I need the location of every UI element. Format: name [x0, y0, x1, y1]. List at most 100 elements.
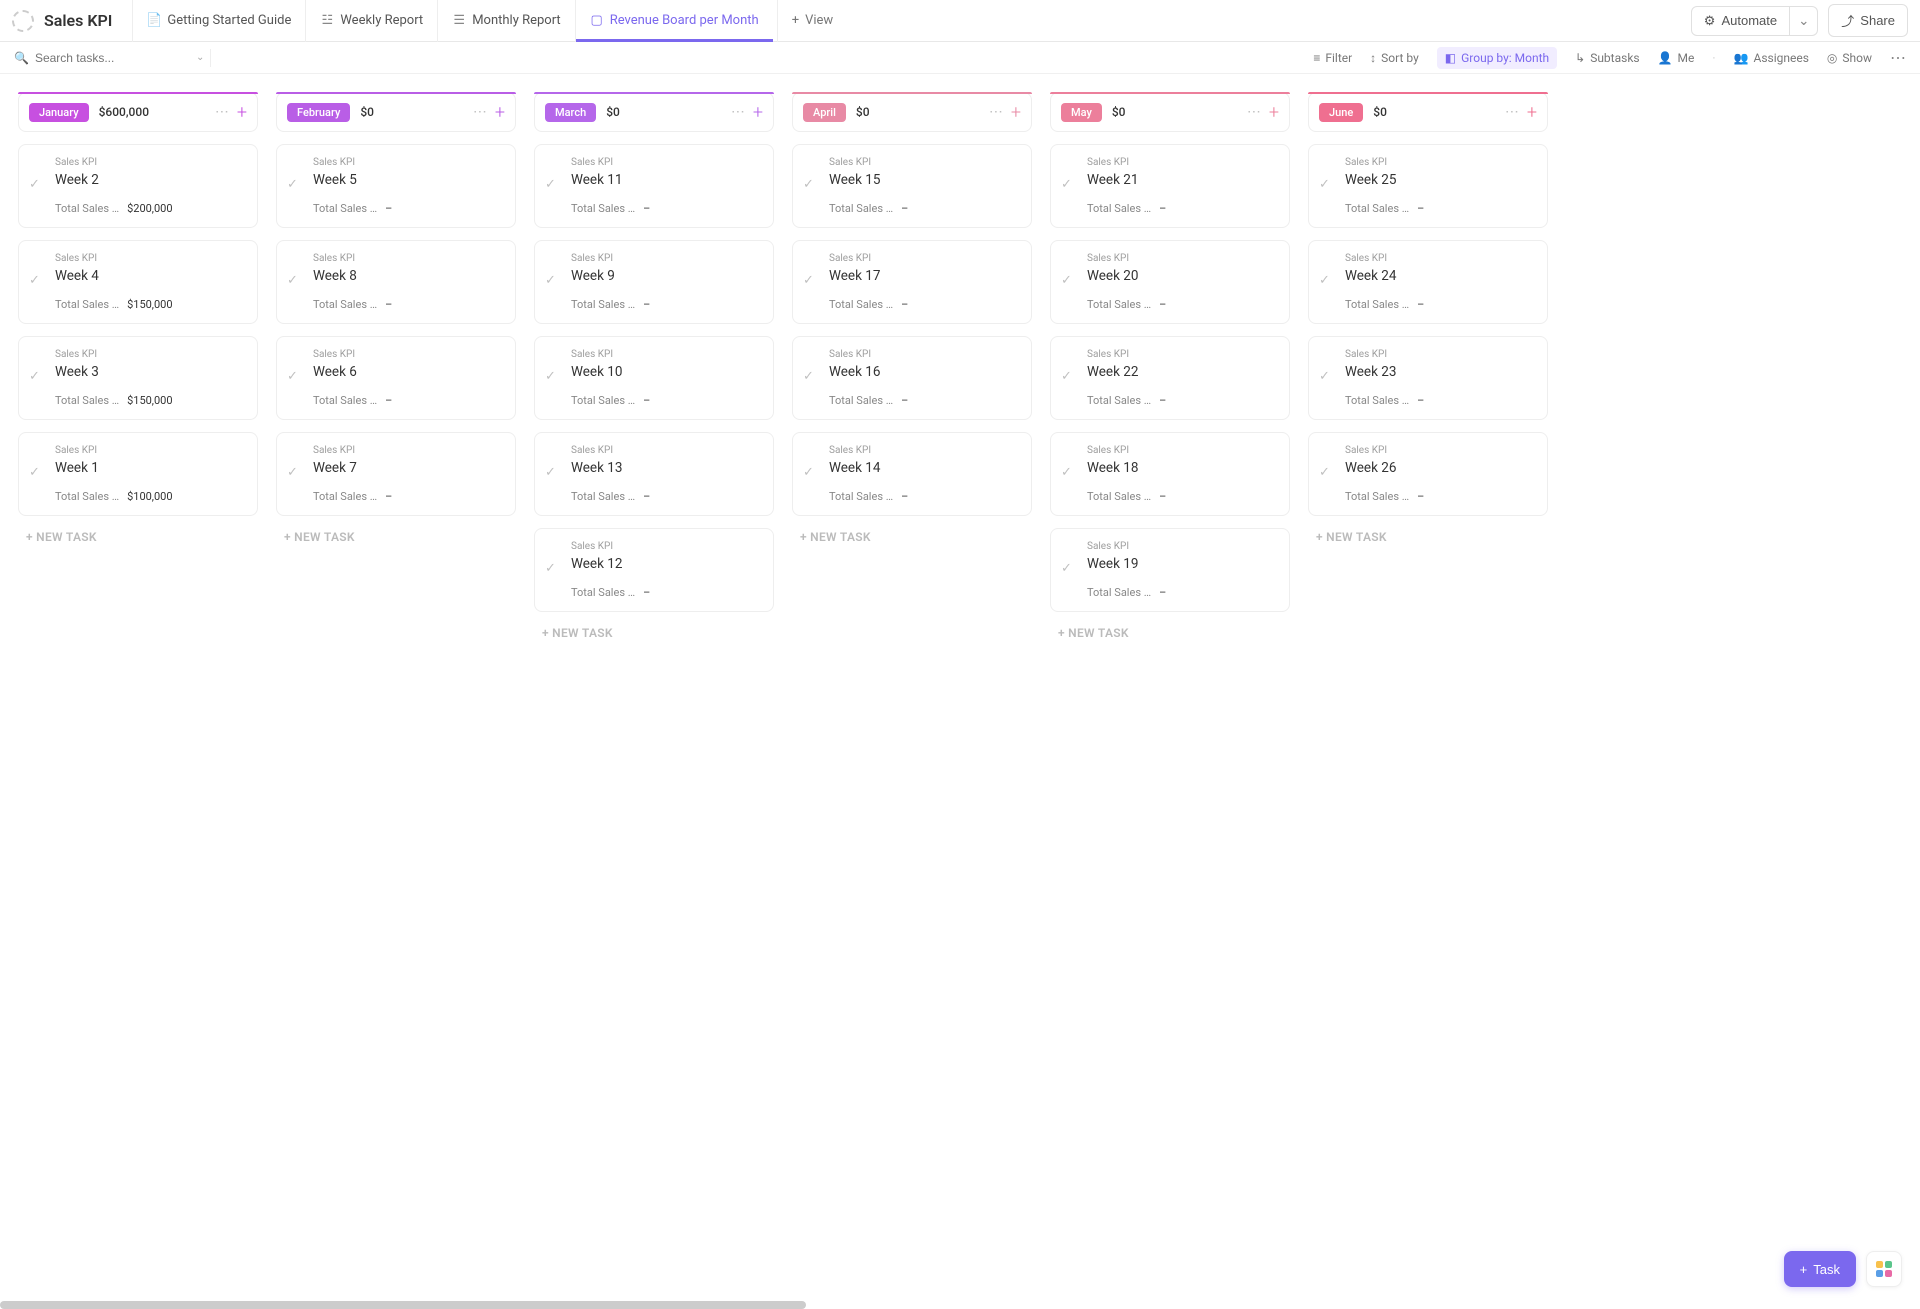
check-icon[interactable]: ✓ — [1319, 369, 1330, 384]
task-card[interactable]: ✓Sales KPIWeek 9Total Sales …– — [534, 240, 774, 324]
column-add-button[interactable]: + — [753, 102, 763, 123]
task-card[interactable]: ✓Sales KPIWeek 16Total Sales …– — [792, 336, 1032, 420]
check-icon[interactable]: ✓ — [803, 273, 814, 288]
check-icon[interactable]: ✓ — [29, 369, 40, 384]
tab-monthly-report[interactable]: ☰Monthly Report — [437, 0, 575, 42]
tab-getting-started-guide[interactable]: 📄Getting Started Guide — [132, 0, 305, 42]
check-icon[interactable]: ✓ — [287, 465, 298, 480]
new-task-button[interactable]: + NEW TASK — [534, 612, 774, 654]
task-card[interactable]: ✓Sales KPIWeek 1Total Sales …$100,000 — [18, 432, 258, 516]
column-add-button[interactable]: + — [1011, 102, 1021, 123]
month-pill[interactable]: January — [29, 103, 89, 122]
column-more-button[interactable]: ⋯ — [1505, 104, 1519, 120]
new-task-button[interactable]: + NEW TASK — [1308, 516, 1548, 558]
tab-revenue-board-per-month[interactable]: ▢Revenue Board per Month — [575, 0, 773, 42]
check-icon[interactable]: ✓ — [803, 465, 814, 480]
check-icon[interactable]: ✓ — [29, 177, 40, 192]
task-card[interactable]: ✓Sales KPIWeek 18Total Sales …– — [1050, 432, 1290, 516]
chevron-down-icon[interactable]: ⌄ — [196, 52, 204, 63]
task-card[interactable]: ✓Sales KPIWeek 7Total Sales …– — [276, 432, 516, 516]
task-card[interactable]: ✓Sales KPIWeek 22Total Sales …– — [1050, 336, 1290, 420]
task-card[interactable]: ✓Sales KPIWeek 11Total Sales …– — [534, 144, 774, 228]
task-card[interactable]: ✓Sales KPIWeek 17Total Sales …– — [792, 240, 1032, 324]
task-card[interactable]: ✓Sales KPIWeek 15Total Sales …– — [792, 144, 1032, 228]
check-icon[interactable]: ✓ — [545, 369, 556, 384]
new-task-button[interactable]: + NEW TASK — [1050, 612, 1290, 654]
check-icon[interactable]: ✓ — [1061, 369, 1072, 384]
me-button[interactable]: 👤 Me — [1658, 51, 1695, 65]
check-icon[interactable]: ✓ — [545, 561, 556, 576]
subtasks-button[interactable]: ↳ Subtasks — [1575, 51, 1639, 65]
automate-caret-button[interactable]: ⌄ — [1790, 6, 1818, 36]
check-icon[interactable]: ✓ — [1319, 465, 1330, 480]
column-add-button[interactable]: + — [1527, 102, 1537, 123]
more-menu-button[interactable]: ⋯ — [1890, 48, 1906, 67]
new-task-button[interactable]: + NEW TASK — [18, 516, 258, 558]
task-card[interactable]: ✓Sales KPIWeek 14Total Sales …– — [792, 432, 1032, 516]
check-icon[interactable]: ✓ — [545, 465, 556, 480]
assignees-button[interactable]: 👥 Assignees — [1734, 51, 1809, 65]
app-logo[interactable] — [12, 10, 34, 32]
task-card[interactable]: ✓Sales KPIWeek 21Total Sales …– — [1050, 144, 1290, 228]
share-button[interactable]: ⤴ Share — [1828, 4, 1908, 37]
task-card[interactable]: ✓Sales KPIWeek 13Total Sales …– — [534, 432, 774, 516]
check-icon[interactable]: ✓ — [1061, 177, 1072, 192]
check-icon[interactable]: ✓ — [545, 177, 556, 192]
check-icon[interactable]: ✓ — [1319, 273, 1330, 288]
column-more-button[interactable]: ⋯ — [731, 104, 745, 120]
check-icon[interactable]: ✓ — [29, 465, 40, 480]
month-pill[interactable]: May — [1061, 103, 1102, 122]
check-icon[interactable]: ✓ — [803, 369, 814, 384]
apps-fab[interactable] — [1866, 1251, 1902, 1287]
check-icon[interactable]: ✓ — [1061, 273, 1072, 288]
check-icon[interactable]: ✓ — [287, 273, 298, 288]
check-icon[interactable]: ✓ — [803, 177, 814, 192]
column-more-button[interactable]: ⋯ — [215, 104, 229, 120]
month-pill[interactable]: March — [545, 103, 596, 122]
column-more-button[interactable]: ⋯ — [989, 104, 1003, 120]
task-card[interactable]: ✓Sales KPIWeek 20Total Sales …– — [1050, 240, 1290, 324]
task-card[interactable]: ✓Sales KPIWeek 12Total Sales …– — [534, 528, 774, 612]
column-add-button[interactable]: + — [1269, 102, 1279, 123]
month-pill[interactable]: February — [287, 103, 350, 122]
check-icon[interactable]: ✓ — [29, 273, 40, 288]
filter-button[interactable]: ≡ Filter — [1313, 51, 1352, 65]
task-card[interactable]: ✓Sales KPIWeek 19Total Sales …– — [1050, 528, 1290, 612]
column-add-button[interactable]: + — [237, 102, 247, 123]
column-more-button[interactable]: ⋯ — [1247, 104, 1261, 120]
month-pill[interactable]: April — [803, 103, 846, 122]
task-card[interactable]: ✓Sales KPIWeek 8Total Sales …– — [276, 240, 516, 324]
month-pill[interactable]: June — [1319, 103, 1363, 122]
task-card[interactable]: ✓Sales KPIWeek 3Total Sales …$150,000 — [18, 336, 258, 420]
horizontal-scrollbar[interactable] — [0, 1301, 806, 1309]
sort-button[interactable]: ↕ Sort by — [1370, 51, 1419, 65]
new-task-fab[interactable]: + Task — [1784, 1251, 1856, 1287]
task-card[interactable]: ✓Sales KPIWeek 24Total Sales …– — [1308, 240, 1548, 324]
tab-weekly-report[interactable]: ☳Weekly Report — [305, 0, 437, 42]
check-icon[interactable]: ✓ — [1061, 561, 1072, 576]
task-card[interactable]: ✓Sales KPIWeek 25Total Sales …– — [1308, 144, 1548, 228]
check-icon[interactable]: ✓ — [1061, 465, 1072, 480]
task-card[interactable]: ✓Sales KPIWeek 4Total Sales …$150,000 — [18, 240, 258, 324]
search-input[interactable] — [35, 51, 190, 65]
check-icon[interactable]: ✓ — [1319, 177, 1330, 192]
new-task-button[interactable]: + NEW TASK — [276, 516, 516, 558]
show-button[interactable]: ◎ Show — [1827, 51, 1872, 65]
check-icon[interactable]: ✓ — [287, 177, 298, 192]
column-add-button[interactable]: + — [495, 102, 505, 123]
task-card[interactable]: ✓Sales KPIWeek 26Total Sales …– — [1308, 432, 1548, 516]
check-icon[interactable]: ✓ — [287, 369, 298, 384]
add-view-button[interactable]: + View — [777, 0, 848, 42]
task-card[interactable]: ✓Sales KPIWeek 2Total Sales …$200,000 — [18, 144, 258, 228]
board-scroll[interactable]: January$600,000⋯+✓Sales KPIWeek 2Total S… — [0, 74, 1920, 1309]
automate-button[interactable]: ⚙ Automate — [1691, 6, 1790, 36]
new-task-button[interactable]: + NEW TASK — [792, 516, 1032, 558]
task-card[interactable]: ✓Sales KPIWeek 10Total Sales …– — [534, 336, 774, 420]
tab-icon: ☳ — [320, 14, 334, 28]
task-card[interactable]: ✓Sales KPIWeek 5Total Sales …– — [276, 144, 516, 228]
column-more-button[interactable]: ⋯ — [473, 104, 487, 120]
task-card[interactable]: ✓Sales KPIWeek 6Total Sales …– — [276, 336, 516, 420]
task-card[interactable]: ✓Sales KPIWeek 23Total Sales …– — [1308, 336, 1548, 420]
group-by-button[interactable]: ◧ Group by: Month — [1437, 47, 1557, 69]
check-icon[interactable]: ✓ — [545, 273, 556, 288]
